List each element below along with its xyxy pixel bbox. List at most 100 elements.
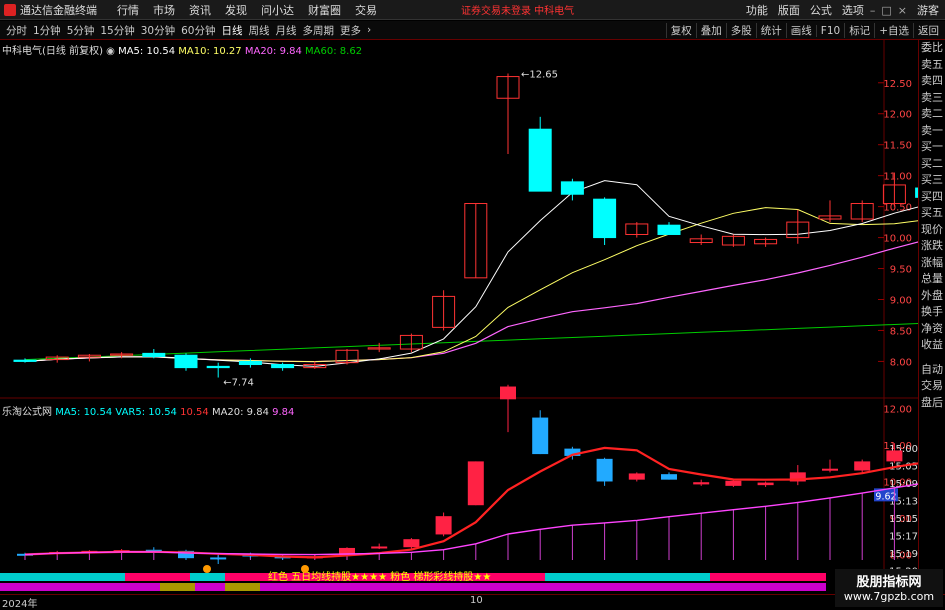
menu-ask[interactable]: 问小达: [261, 2, 294, 18]
period-more[interactable]: 更多: [340, 23, 361, 38]
menu-options[interactable]: 选项: [842, 2, 864, 18]
side-item[interactable]: 换手: [919, 304, 945, 321]
side-item[interactable]: 卖一: [919, 123, 945, 140]
period-tick[interactable]: 分时: [6, 23, 27, 38]
menu-layout[interactable]: 版面: [778, 2, 800, 18]
menu-discover[interactable]: 发现: [225, 2, 247, 18]
side-item[interactable]: 自动: [919, 362, 945, 379]
side-item[interactable]: 涨幅: [919, 255, 945, 272]
ind-body: [628, 473, 645, 480]
side-item[interactable]: 总量: [919, 271, 945, 288]
banner-stripe2: [160, 583, 195, 591]
banner-stripe2: [0, 583, 160, 591]
ind-body: [854, 461, 871, 471]
side-item[interactable]: 外盘: [919, 288, 945, 305]
btn-restore-rights[interactable]: 复权: [665, 23, 696, 38]
chevron-right-icon[interactable]: ›: [367, 24, 371, 36]
axis-label: 11.00: [883, 172, 912, 183]
ind-body: [757, 482, 774, 486]
legend2-v4: 9.84: [272, 407, 295, 418]
side-item[interactable]: 净资: [919, 321, 945, 338]
side-item[interactable]: 买三: [919, 172, 945, 189]
side-item[interactable]: 买二: [919, 156, 945, 173]
date-mark: 10: [470, 595, 483, 606]
side-item[interactable]: 卖二: [919, 106, 945, 123]
axis-label: 10.00: [883, 234, 912, 245]
ind-body: [210, 557, 227, 560]
period-day[interactable]: 日线: [222, 23, 243, 38]
ind-body: [693, 482, 710, 485]
menu-formula[interactable]: 公式: [810, 2, 832, 18]
side-item[interactable]: 买一: [919, 139, 945, 156]
side-item[interactable]: 收益: [919, 337, 945, 354]
btn-stats[interactable]: 统计: [755, 23, 786, 38]
period-5m[interactable]: 5分钟: [67, 23, 95, 38]
menu-function[interactable]: 功能: [746, 2, 768, 18]
close-icon[interactable]: ×: [898, 4, 907, 17]
side-item[interactable]: 卖五: [919, 57, 945, 74]
btn-multi-stock[interactable]: 多股: [725, 23, 756, 38]
period-60m[interactable]: 60分钟: [181, 23, 215, 38]
ma20-line: [24, 241, 918, 363]
ind-body: [467, 461, 484, 506]
menu-guest[interactable]: 游客: [917, 2, 939, 18]
app-logo-icon: [4, 3, 16, 16]
period-30m[interactable]: 30分钟: [141, 23, 175, 38]
legend2-ma5: MA5: 10.54: [55, 407, 113, 418]
btn-draw[interactable]: 画线: [785, 23, 816, 38]
date-axis: 2024年 10: [0, 594, 945, 610]
maximize-icon[interactable]: □: [881, 4, 891, 17]
period-toolbar: 分时 1分钟 5分钟 15分钟 30分钟 60分钟 日线 周线 月线 多周期 更…: [0, 21, 945, 40]
btn-add-favorite[interactable]: +自选: [874, 23, 913, 38]
side-divider: [919, 354, 945, 362]
axis-label: 8.00: [890, 357, 912, 368]
watermark-title: 股朋指标网: [856, 575, 922, 590]
side-item[interactable]: 涨跌: [919, 238, 945, 255]
side-item[interactable]: 卖三: [919, 90, 945, 107]
side-item[interactable]: 盘后: [919, 395, 945, 412]
login-warning[interactable]: 证券交易未登录 中科电气: [461, 2, 574, 17]
side-item[interactable]: 现价: [919, 222, 945, 239]
period-1m[interactable]: 1分钟: [33, 23, 61, 38]
time-label: 15:15: [889, 514, 918, 525]
banner-stripe2: [260, 583, 826, 591]
candle-body: [560, 181, 584, 195]
axis-label: 11.50: [883, 141, 912, 152]
signal-icon: [203, 565, 211, 573]
candle-body: [528, 128, 552, 192]
side-item[interactable]: 委比: [919, 40, 945, 57]
btn-back[interactable]: 返回: [913, 23, 943, 38]
menu-news[interactable]: 资讯: [189, 2, 211, 18]
period-15m[interactable]: 15分钟: [100, 23, 134, 38]
candle-body: [271, 364, 295, 369]
minimize-icon[interactable]: –: [870, 4, 876, 17]
btn-mark[interactable]: 标记: [844, 23, 874, 38]
btn-overlay[interactable]: 叠加: [695, 23, 726, 38]
period-month[interactable]: 月线: [276, 23, 297, 38]
period-multi[interactable]: 多周期: [303, 23, 335, 38]
menu-quotes[interactable]: 行情: [117, 2, 139, 18]
candle-body: [657, 224, 681, 235]
legend2-v3: 10.54: [180, 407, 209, 418]
menu-trade[interactable]: 交易: [355, 2, 377, 18]
right-toolbar: 复权 叠加 多股 统计 画线 F10 标记 +自选 返回: [665, 21, 943, 40]
btn-f10[interactable]: F10: [815, 24, 844, 37]
time-label: 15:19: [889, 549, 918, 560]
indicator-legend: 乐淘公式网 MA5: 10.54 VAR5: 10.54 10.54 MA20:…: [2, 403, 294, 418]
candle-body: [593, 198, 617, 239]
side-item[interactable]: 交易: [919, 378, 945, 395]
axis-label: 12.00: [883, 110, 912, 121]
candle-body: [13, 359, 37, 362]
axis-label: 8.50: [890, 326, 912, 337]
indicator-name: 乐淘公式网: [2, 407, 52, 418]
side-item[interactable]: 卖四: [919, 73, 945, 90]
period-week[interactable]: 周线: [249, 23, 270, 38]
side-item[interactable]: 买五: [919, 205, 945, 222]
menu-market[interactable]: 市场: [153, 2, 175, 18]
banner-stripe: [0, 573, 125, 581]
side-item[interactable]: 买四: [919, 189, 945, 206]
ind-body: [435, 516, 452, 535]
menu-wealth[interactable]: 财富圈: [308, 2, 341, 18]
axis-label: 12.50: [883, 79, 912, 90]
kline-chart[interactable]: 12.5012.0011.5011.0010.5010.009.509.008.…: [0, 40, 918, 595]
